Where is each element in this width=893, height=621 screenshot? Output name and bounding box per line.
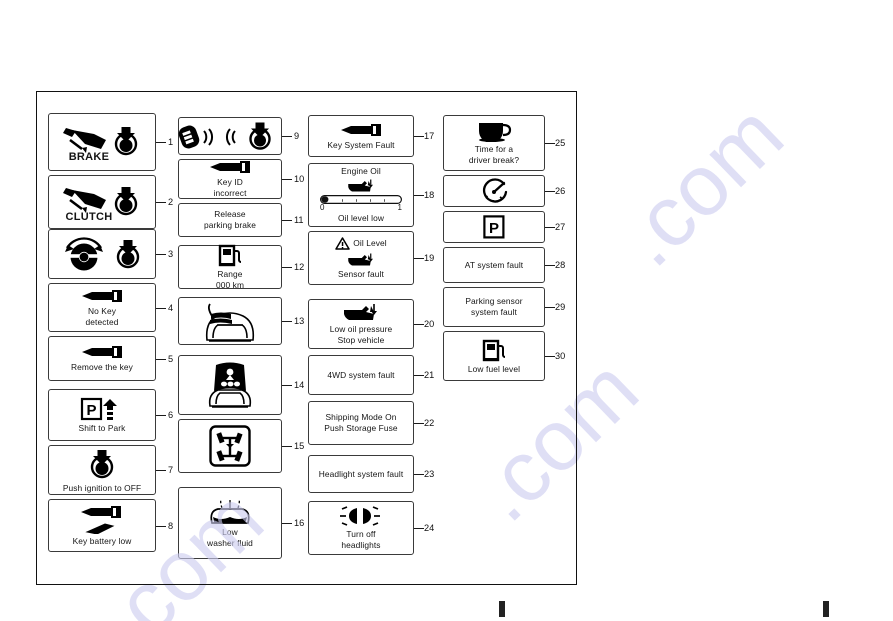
chart-frame [36,91,577,585]
crop-mark-left [499,601,505,617]
crop-mark-right [823,601,829,617]
watermark-text: .com [600,86,802,285]
